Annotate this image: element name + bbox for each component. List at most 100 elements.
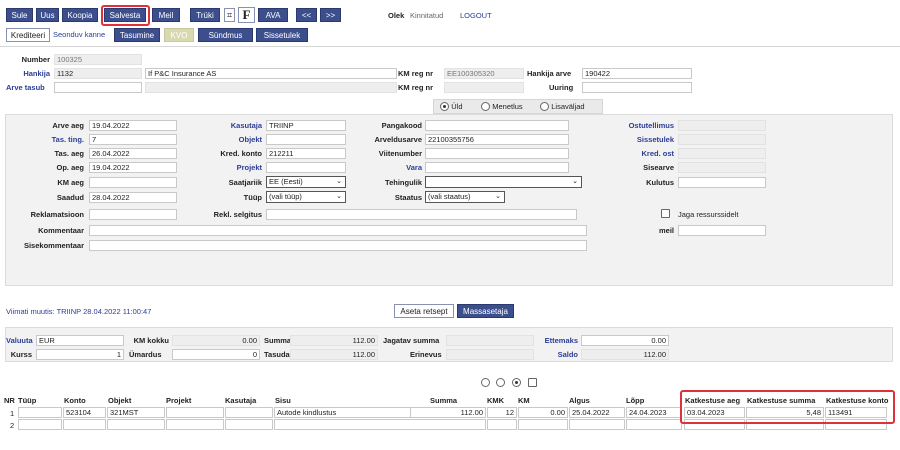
massasetaja-button[interactable]: Massasetaja — [457, 304, 514, 318]
km-aeg-field[interactable] — [89, 177, 177, 188]
f-button[interactable]: F — [238, 7, 255, 23]
cell-lopp[interactable]: 24.04.2023 — [626, 407, 682, 418]
cell-objekt[interactable]: 321MST — [107, 407, 165, 418]
tehingulik-select[interactable]: ⌄ — [425, 176, 582, 188]
cell-projekt[interactable] — [166, 419, 224, 430]
saadud-field[interactable]: 28.04.2022 — [89, 192, 177, 203]
arve-aeg-field[interactable]: 19.04.2022 — [89, 120, 177, 131]
op-aeg-field[interactable]: 19.04.2022 — [89, 162, 177, 173]
sule-button[interactable]: Sule — [6, 8, 33, 22]
tas-ting-field[interactable]: 7 — [89, 134, 177, 145]
kurss-field[interactable]: 1 — [36, 349, 124, 360]
cell-kasutaja[interactable] — [225, 419, 273, 430]
logout-link[interactable]: LOGOUT — [460, 11, 492, 20]
prev-button[interactable]: << — [296, 8, 317, 22]
cell-km[interactable]: 0.00 — [518, 407, 568, 418]
valuuta-field[interactable]: EUR — [36, 335, 124, 346]
staatus-select[interactable]: (vali staatus) ⌄ — [425, 191, 505, 203]
ettemaks-label[interactable]: Ettemaks — [534, 336, 578, 345]
checkbox-icon[interactable] — [661, 209, 670, 218]
tas-aeg-field[interactable]: 26.04.2022 — [89, 148, 177, 159]
trüki-button[interactable]: Trüki — [190, 8, 220, 22]
tasumine-button[interactable]: Tasumine — [114, 28, 160, 42]
cell-lopp[interactable] — [626, 419, 682, 430]
projekt-field[interactable] — [266, 162, 346, 173]
kred-ost-label[interactable]: Kred. ost — [600, 149, 674, 158]
kmreg2-field[interactable] — [444, 82, 524, 93]
objekt-field[interactable] — [266, 134, 346, 145]
ostutellimus-field[interactable] — [678, 120, 766, 131]
hankija-arve-field[interactable]: 190422 — [582, 68, 692, 79]
arveldusarve-field[interactable]: 22100355756 — [425, 134, 569, 145]
paperclip-icon[interactable]: ⌗ — [224, 8, 235, 22]
kred-ost-field[interactable] — [678, 148, 766, 159]
radio-icon[interactable] — [496, 378, 505, 387]
kommentaar-field[interactable] — [89, 225, 587, 236]
cell-algus[interactable]: 25.04.2022 — [569, 407, 625, 418]
viitenumber-field[interactable] — [425, 148, 569, 159]
kasutaja-label[interactable]: Kasutaja — [180, 121, 262, 130]
syndmus-button[interactable]: Sündmus — [198, 28, 253, 42]
hankija-name-field[interactable]: If P&C Insurance AS — [145, 68, 397, 79]
krediteeri-button[interactable]: Krediteeri — [6, 28, 50, 42]
uus-button[interactable]: Uus — [36, 8, 59, 22]
vara-label[interactable]: Vara — [350, 163, 422, 172]
sisearve-field[interactable] — [678, 162, 766, 173]
cell-sisu[interactable] — [274, 419, 486, 430]
cell-kmk[interactable] — [487, 419, 517, 430]
rekl-selgitus-field[interactable] — [266, 209, 577, 220]
kred-konto-field[interactable]: 212211 — [266, 148, 346, 159]
arve-tasub-name-field[interactable] — [145, 82, 397, 93]
number-field[interactable]: 100325 — [54, 54, 142, 65]
aseta-retsept-button[interactable]: Aseta retsept — [394, 304, 454, 318]
tas-ting-label[interactable]: Tas. ting. — [0, 135, 84, 144]
projekt-label[interactable]: Projekt — [180, 163, 262, 172]
kmreg-field[interactable]: EE100305320 — [444, 68, 524, 79]
cell-projekt[interactable] — [166, 407, 224, 418]
cell-konto[interactable] — [63, 419, 106, 430]
reklamatsioon-field[interactable] — [89, 209, 177, 220]
sisekommentaar-field[interactable] — [89, 240, 587, 251]
tab-menetlus[interactable]: Menetlus — [481, 102, 523, 112]
saatjariik-select[interactable]: EE (Eesti) ⌄ — [266, 176, 346, 188]
tab-lisavaljad[interactable]: Lisaväljad — [540, 102, 585, 112]
saldo-label[interactable]: Saldo — [534, 350, 578, 359]
kasutaja-field[interactable]: TRIINP — [266, 120, 346, 131]
cell-km[interactable] — [518, 419, 568, 430]
sissetulek-label[interactable]: Sissetulek — [600, 135, 674, 144]
ettemaks-field[interactable]: 0.00 — [581, 335, 669, 346]
umardus-field[interactable]: 0 — [172, 349, 260, 360]
seonduv-kanne-link[interactable]: Seonduv kanne — [53, 30, 105, 39]
sissetulek-button[interactable]: Sissetulek — [256, 28, 308, 42]
kulutus-field[interactable] — [678, 177, 766, 188]
arve-tasub-label[interactable]: Arve tasub — [6, 83, 45, 92]
objekt-label[interactable]: Objekt — [180, 135, 262, 144]
checkbox-icon[interactable] — [528, 378, 537, 387]
koopia-button[interactable]: Koopia — [62, 8, 98, 22]
ava-button[interactable]: AVA — [258, 8, 288, 22]
sissetulek-field[interactable] — [678, 134, 766, 145]
arve-tasub-field[interactable] — [54, 82, 142, 93]
meil-field[interactable] — [678, 225, 766, 236]
tyyp-select[interactable]: (vali tüüp) ⌄ — [266, 191, 346, 203]
vara-field[interactable] — [425, 162, 569, 173]
cell-algus[interactable] — [569, 419, 625, 430]
tab-yld[interactable]: Üld — [440, 102, 463, 112]
pangakood-field[interactable] — [425, 120, 569, 131]
uuring-field[interactable] — [582, 82, 692, 93]
cell-kasutaja[interactable] — [225, 407, 273, 418]
hankija-label[interactable]: Hankija — [0, 69, 50, 78]
meil-button[interactable]: Meil — [152, 8, 180, 22]
valuuta-label[interactable]: Valuuta — [6, 336, 33, 345]
cell-kmk[interactable]: 12 — [487, 407, 517, 418]
cell-tyyp[interactable] — [18, 419, 62, 430]
next-button[interactable]: >> — [320, 8, 341, 22]
radio-icon[interactable] — [481, 378, 490, 387]
cell-konto[interactable]: 523104 — [63, 407, 106, 418]
radio-icon[interactable] — [512, 378, 521, 387]
hankija-field[interactable]: 1132 — [54, 68, 142, 79]
cell-tyyp[interactable] — [18, 407, 62, 418]
cell-summa[interactable]: 112.00 — [410, 407, 486, 418]
cell-objekt[interactable] — [107, 419, 165, 430]
ostutellimus-label[interactable]: Ostutellimus — [600, 121, 674, 130]
